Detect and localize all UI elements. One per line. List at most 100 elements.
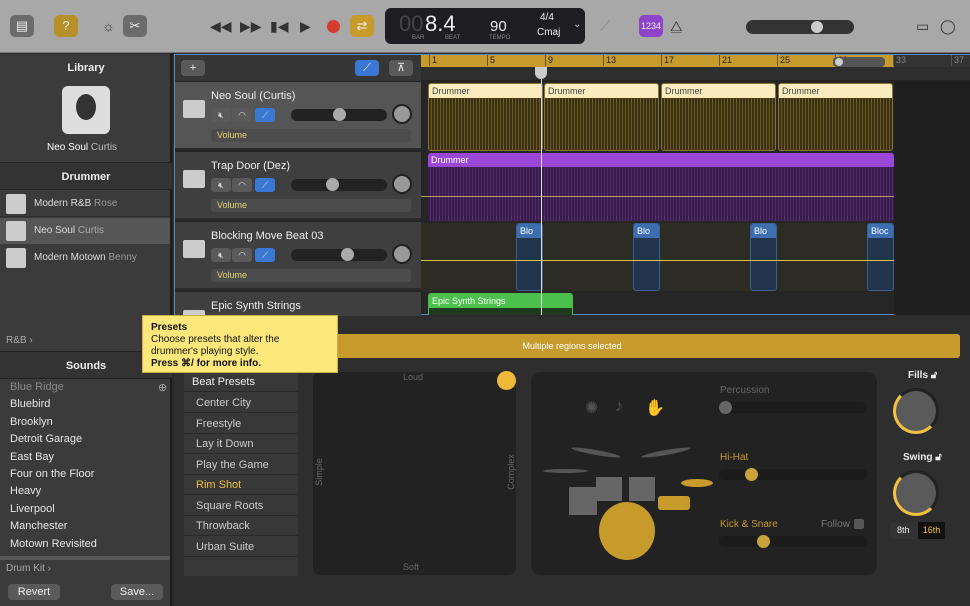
timeline[interactable]: 15913172125293337 DrummerDrummerDrummerD… [421, 55, 970, 315]
automation-line[interactable] [421, 196, 970, 197]
revert-button[interactable]: Revert [8, 584, 60, 600]
metronome-icon[interactable]: ⧋ [670, 15, 683, 37]
catch-playhead-button[interactable]: ⊼ [389, 60, 413, 76]
blocking-region[interactable]: Bloc [867, 223, 894, 291]
fast-forward-icon[interactable]: ▶▶ [240, 15, 262, 37]
drummer-region[interactable]: Drummer [428, 83, 543, 151]
loop-browser-icon[interactable]: ◯ [940, 15, 956, 37]
pan-knob[interactable] [392, 104, 412, 124]
mute-button[interactable]: 🔇︎ [211, 108, 231, 122]
add-track-button[interactable]: + [181, 60, 205, 76]
automation-toggle[interactable]: ⟋ [255, 248, 275, 262]
help-button[interactable]: ? [54, 15, 78, 37]
solo-headphones-button[interactable]: ◠ [232, 178, 252, 192]
chevron-down-icon[interactable]: ⌄ [573, 19, 581, 30]
blocking-region[interactable]: Blo [516, 223, 543, 291]
track-name[interactable]: Epic Synth Strings [211, 300, 301, 312]
automation-select[interactable]: Volume [211, 129, 411, 142]
mute-button[interactable]: 🔇︎ [211, 248, 231, 262]
track-header[interactable]: Neo Soul (Curtis) 🔇︎ ◠ ⟋ Volume [175, 82, 421, 150]
lcd-display[interactable]: 00 8.4 BAR BEAT 90 TEMPO 4/4 Cmaj ⌄ [385, 8, 585, 44]
sound-item[interactable]: Heavy [10, 485, 41, 497]
preset-item[interactable]: Urban Suite [184, 537, 298, 557]
playhead[interactable] [541, 67, 542, 315]
play-icon[interactable]: ▶ [300, 15, 311, 37]
notepad-icon[interactable]: ▭ [916, 15, 929, 37]
track-header[interactable]: Blocking Move Beat 03 🔇︎ ◠ ⟋ Volume [175, 222, 421, 290]
automation-line[interactable] [421, 260, 970, 261]
preset-item[interactable]: Square Roots [184, 496, 298, 516]
volume-fader[interactable] [291, 178, 387, 191]
sixteenth-note-option[interactable]: 16th [918, 522, 945, 539]
automation-button[interactable]: ⟋ [355, 60, 379, 76]
automation-toggle[interactable]: ⟋ [255, 178, 275, 192]
drummer-region[interactable]: Drummer [661, 83, 776, 151]
follow-checkbox[interactable] [854, 519, 864, 529]
track-name[interactable]: Trap Door (Dez) [211, 160, 290, 172]
eighth-note-option[interactable]: 8th [897, 525, 910, 535]
sound-item[interactable]: Manchester [10, 520, 67, 532]
genre-breadcrumb[interactable]: R&B › [6, 335, 33, 346]
sound-item[interactable]: Detroit Garage [10, 433, 82, 445]
drummer-region[interactable]: Drummer [778, 83, 893, 151]
xy-pad-puck[interactable] [497, 371, 516, 390]
sound-item[interactable]: Bluebird [10, 398, 50, 410]
tempo-value[interactable]: 90 [490, 18, 507, 35]
playhead-handle[interactable] [535, 67, 547, 79]
track-header[interactable]: Trap Door (Dez) 🔇︎ ◠ ⟋ Volume [175, 152, 421, 220]
track-name[interactable]: Neo Soul (Curtis) [211, 90, 295, 102]
drummer-item-selected[interactable]: Neo Soul Curtis [0, 218, 170, 244]
drummer-region[interactable]: Drummer [544, 83, 659, 151]
automation-select[interactable]: Volume [211, 199, 411, 212]
blocking-region[interactable]: Blo [750, 223, 777, 291]
hihat-slider[interactable] [719, 468, 867, 481]
library-button[interactable]: ▤ [10, 15, 34, 37]
volume-fader[interactable] [291, 248, 387, 261]
drum-kit-illustration[interactable] [541, 422, 713, 567]
zoom-slider[interactable] [833, 57, 885, 67]
swing-knob[interactable] [893, 470, 939, 516]
sound-item[interactable]: East Bay [10, 451, 54, 463]
rewind-icon[interactable]: ◀◀ [210, 15, 232, 37]
mute-button[interactable]: 🔇︎ [211, 178, 231, 192]
preset-item[interactable]: Throwback [184, 516, 298, 536]
preset-item[interactable]: Freestyle [184, 414, 298, 434]
sound-item[interactable]: Motown Revisited [10, 538, 97, 550]
drum-kit-breadcrumb[interactable]: Drum Kit › [6, 563, 51, 574]
drummer-item[interactable]: Modern Motown Benny [0, 245, 170, 271]
download-icon[interactable]: ⊕ [158, 381, 167, 394]
tambourine-icon[interactable]: ✺ [585, 398, 598, 418]
kick-snare-slider[interactable] [719, 535, 867, 548]
smart-controls-icon[interactable]: ☼ [102, 15, 115, 37]
go-to-beginning-icon[interactable]: ▮◀ [270, 15, 288, 37]
pan-knob[interactable] [392, 174, 412, 194]
tuner-icon[interactable]: ⟋ [600, 15, 610, 37]
sound-item[interactable]: Four on the Floor [10, 468, 94, 480]
preset-item[interactable]: Center City [184, 393, 298, 413]
sound-item[interactable]: Brooklyn [10, 416, 53, 428]
preset-item[interactable]: Play the Game [184, 455, 298, 475]
automation-select[interactable]: Volume [211, 269, 411, 282]
pan-knob[interactable] [392, 244, 412, 264]
drummer-region-purple[interactable]: Drummer [428, 153, 894, 221]
percussion-slider[interactable] [719, 401, 867, 414]
time-signature[interactable]: 4/4 [540, 12, 554, 23]
synth-region[interactable]: Epic Synth Strings [428, 293, 573, 315]
record-button[interactable] [327, 20, 340, 33]
fills-knob[interactable] [893, 388, 939, 434]
blocking-region[interactable]: Blo [633, 223, 660, 291]
preset-item[interactable]: Lay it Down [184, 434, 298, 454]
solo-headphones-button[interactable]: ◠ [232, 248, 252, 262]
sounds-list[interactable]: Blue Ridge Bluebird Brooklyn Detroit Garage… [0, 380, 170, 555]
key-value[interactable]: Cmaj [537, 27, 560, 38]
preset-item-selected[interactable]: Rim Shot [184, 475, 298, 495]
volume-fader[interactable] [291, 108, 387, 121]
solo-headphones-button[interactable]: ◠ [232, 108, 252, 122]
ruler[interactable] [421, 67, 970, 81]
sound-item[interactable]: Liverpool [10, 503, 55, 515]
shaker-icon[interactable]: ♪ [615, 398, 623, 416]
count-in-button[interactable]: 1234 [639, 15, 663, 37]
sounds-scrollbar[interactable] [0, 556, 170, 560]
clap-icon[interactable]: ✋ [645, 398, 665, 418]
sound-item[interactable]: Blue Ridge [10, 381, 64, 393]
